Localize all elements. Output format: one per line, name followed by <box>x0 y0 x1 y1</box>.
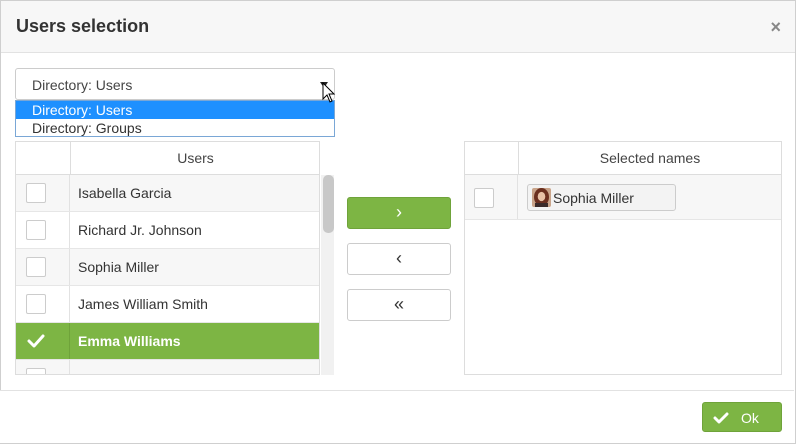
users-column-header: Users <box>71 142 319 175</box>
dialog-title: Users selection <box>16 16 150 36</box>
table-row-selected[interactable]: Emma Williams <box>16 323 319 360</box>
table-row[interactable]: Richard Jr. Johnson <box>16 212 319 249</box>
scrollbar-thumb[interactable] <box>323 175 334 233</box>
row-checkbox[interactable] <box>26 220 46 240</box>
dialog-footer <box>0 390 794 443</box>
dialog-header: Users selection × <box>1 1 795 53</box>
check-icon[interactable] <box>26 331 46 351</box>
directory-select[interactable]: Directory: Users <box>15 68 335 100</box>
remove-selected-button[interactable]: ‹ <box>347 243 451 275</box>
user-name: Isabella Garcia <box>78 185 172 201</box>
table-row[interactable]: James William Smith <box>16 286 319 323</box>
directory-dropdown-list: Directory: Users Directory: Groups <box>15 100 335 137</box>
row-checkbox[interactable] <box>474 188 494 208</box>
ok-button[interactable]: Ok <box>702 402 782 432</box>
users-table: Users Isabella Garcia Richard Jr. Johnso… <box>15 141 320 375</box>
selected-table-checkbox-header <box>465 142 518 175</box>
mouse-cursor-icon <box>322 82 336 103</box>
selected-names-table: Selected names Sophia Miller <box>464 141 782 375</box>
table-row-partial[interactable] <box>16 360 319 374</box>
row-checkbox[interactable] <box>26 294 46 314</box>
selected-user-name: Sophia Miller <box>553 190 634 206</box>
users-table-scrollbar[interactable] <box>321 175 334 375</box>
user-name: Richard Jr. Johnson <box>78 222 202 238</box>
user-name: James William Smith <box>78 296 208 312</box>
table-row[interactable]: Isabella Garcia <box>16 175 319 212</box>
users-table-checkbox-header <box>16 142 70 175</box>
row-checkbox[interactable] <box>26 257 46 277</box>
user-name: Sophia Miller <box>78 259 159 275</box>
selected-names-column-header: Selected names <box>519 142 781 175</box>
add-selected-button[interactable]: › <box>347 197 451 229</box>
selected-row[interactable]: Sophia Miller <box>465 175 781 220</box>
user-avatar-icon <box>532 188 551 207</box>
row-checkbox[interactable] <box>26 183 46 203</box>
check-icon <box>713 412 729 424</box>
directory-select-value: Directory: Users <box>32 77 133 93</box>
selected-user-chip: Sophia Miller <box>527 184 676 211</box>
user-name: Emma Williams <box>78 333 181 349</box>
row-checkbox[interactable] <box>26 368 46 374</box>
dropdown-option-groups[interactable]: Directory: Groups <box>16 119 334 137</box>
table-row[interactable]: Sophia Miller <box>16 249 319 286</box>
dropdown-option-users[interactable]: Directory: Users <box>16 101 334 119</box>
remove-all-button[interactable]: « <box>347 289 451 321</box>
ok-button-label: Ok <box>741 410 759 426</box>
close-button[interactable]: × <box>770 18 781 36</box>
